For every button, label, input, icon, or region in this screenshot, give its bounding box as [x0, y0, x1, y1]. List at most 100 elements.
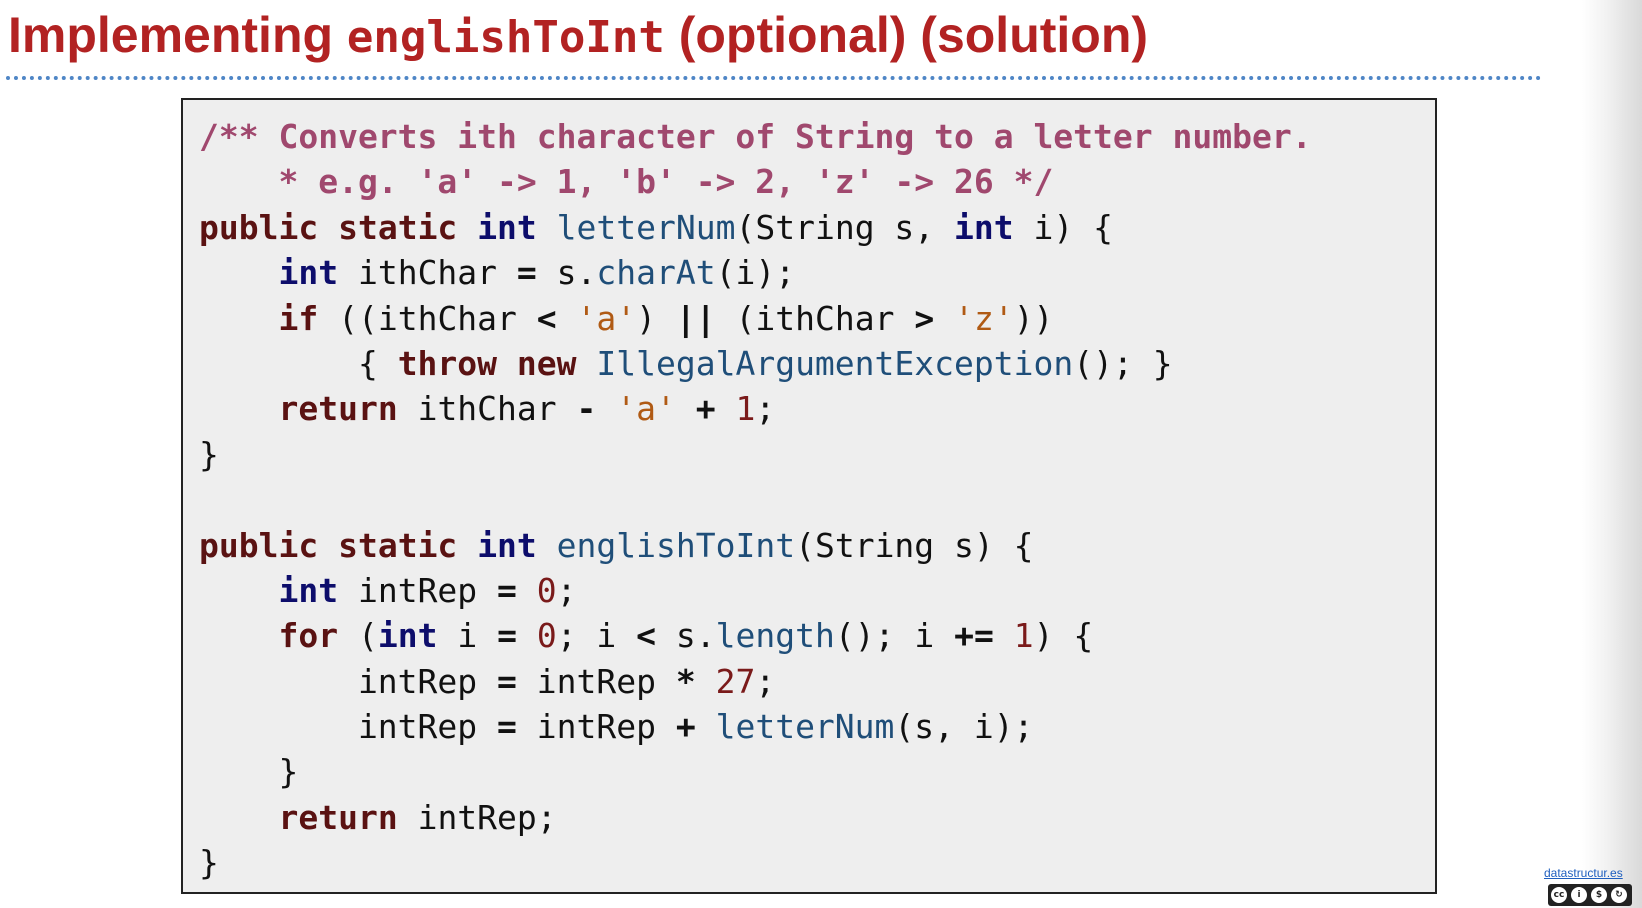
code-token: <	[636, 616, 657, 656]
code-token: ;	[755, 389, 776, 429]
code-line: }	[199, 840, 1435, 885]
code-token: *	[675, 661, 696, 701]
code-line: public static int letterNum(String s, in…	[199, 205, 1435, 250]
code-token: for	[278, 616, 339, 656]
code-line: }	[199, 432, 1435, 477]
code-token: letterNum	[715, 707, 895, 747]
code-token: ;	[755, 661, 776, 701]
code-line: * e.g. 'a' -> 1, 'b' -> 2, 'z' -> 26 */	[199, 159, 1435, 204]
code-token: if	[278, 298, 319, 338]
cc-icon: cc	[1550, 886, 1568, 904]
code-token: int	[377, 616, 438, 656]
code-token: i) {	[1013, 207, 1113, 247]
code-token: englishToInt	[556, 525, 796, 565]
title-prefix: Implementing	[8, 7, 347, 63]
code-token: intRep;	[397, 797, 557, 837]
code-token: ))	[1013, 298, 1054, 338]
code-line: public static int englishToInt(String s)…	[199, 523, 1435, 568]
code-token: return	[278, 797, 398, 837]
code-token: throw	[397, 343, 498, 383]
code-token: 'a'	[576, 298, 637, 338]
code-token: (String s) {	[795, 525, 1034, 565]
code-token: int	[954, 207, 1014, 247]
credit-link[interactable]: datastructur.es	[1544, 866, 1623, 880]
code-line: intRep = intRep * 27;	[199, 659, 1435, 704]
code-token: intRep	[516, 661, 676, 701]
slide-edge-shadow	[1582, 0, 1642, 908]
code-token: return	[278, 389, 398, 429]
code-token: (String s,	[735, 207, 955, 247]
code-token: 'a'	[616, 389, 676, 429]
code-token: s.	[656, 616, 716, 656]
code-token: (s, i);	[894, 707, 1034, 747]
code-token: * e.g. 'a' -> 1, 'b' -> 2, 'z' -> 26 */	[199, 162, 1054, 202]
code-token: <	[536, 298, 557, 338]
code-token: intRep	[516, 707, 676, 747]
code-token: {	[199, 343, 398, 383]
code-token: ((ithChar	[318, 298, 537, 338]
code-token: public	[199, 207, 319, 247]
code-token: int	[477, 525, 537, 565]
code-token: ) {	[1033, 616, 1094, 656]
by-icon: i	[1570, 886, 1588, 904]
code-line: if ((ithChar < 'a') || (ithChar > 'z'))	[199, 296, 1435, 341]
code-token: length	[715, 616, 835, 656]
code-line: { throw new IllegalArgumentException(); …	[199, 341, 1435, 386]
code-token: -	[576, 389, 597, 429]
code-token: int	[278, 253, 339, 293]
sa-icon: ↻	[1610, 886, 1628, 904]
code-token: public	[199, 525, 319, 565]
title-suffix: (optional) (solution)	[664, 7, 1149, 63]
code-token: ; i	[556, 616, 637, 656]
code-token: intRep	[199, 661, 498, 701]
code-token: +	[675, 707, 696, 747]
code-line: int intRep = 0;	[199, 568, 1435, 613]
code-token: /** Converts ith character of String to …	[199, 117, 1312, 156]
code-token: static	[338, 207, 458, 247]
code-token: IllegalArgumentException	[596, 343, 1074, 383]
code-line: intRep = intRep + letterNum(s, i);	[199, 704, 1435, 749]
code-listing: /** Converts ith character of String to …	[183, 100, 1435, 886]
code-token: int	[278, 570, 339, 610]
code-token: (); }	[1073, 343, 1173, 383]
code-token: static	[338, 525, 458, 565]
code-token: =	[497, 570, 517, 610]
code-token: ithChar	[397, 389, 577, 429]
code-token: 1	[735, 389, 756, 429]
code-block: /** Converts ith character of String to …	[181, 98, 1437, 894]
code-token: ;	[556, 570, 577, 610]
code-token: 0	[536, 570, 557, 610]
code-line: }	[199, 749, 1435, 794]
code-token: =	[497, 661, 517, 701]
title-code: englishToInt	[346, 12, 665, 63]
code-token: new	[516, 343, 577, 383]
code-token: (ithChar	[715, 298, 915, 338]
license-badge[interactable]: cc i $ ↻	[1548, 884, 1632, 906]
code-token: s.	[536, 253, 597, 293]
code-token: +=	[954, 616, 994, 656]
code-token: (); i	[834, 616, 955, 656]
code-token: letterNum	[556, 207, 736, 247]
code-token: intRep	[199, 707, 498, 747]
code-token: intRep	[338, 570, 498, 610]
nc-icon: $	[1590, 886, 1608, 904]
